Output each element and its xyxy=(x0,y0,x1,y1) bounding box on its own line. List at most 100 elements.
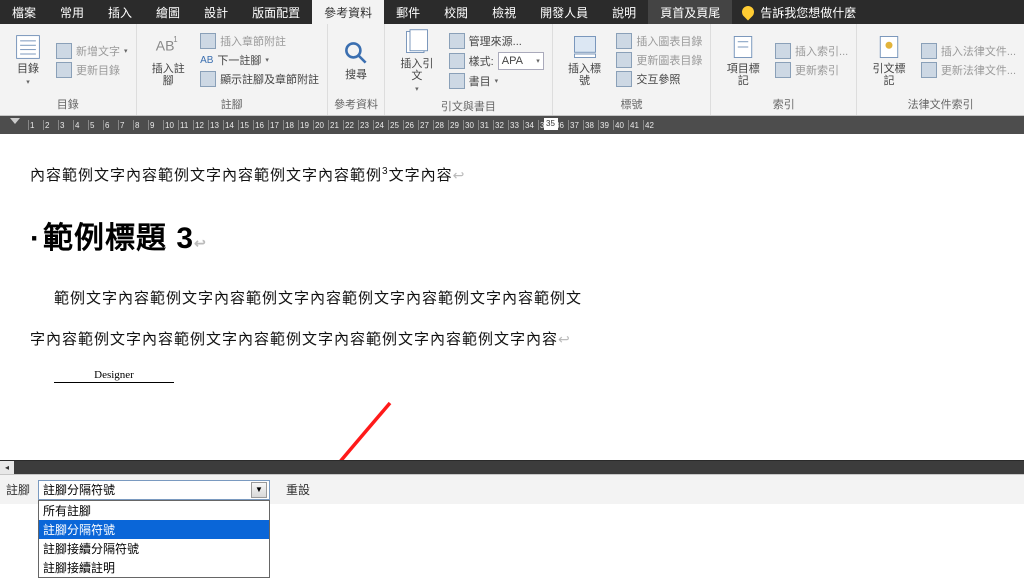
xref-button[interactable]: 交互參照 xyxy=(614,70,704,88)
ruler-tick: 26 xyxy=(403,120,418,130)
menu-tab-5[interactable]: 版面配置 xyxy=(240,0,312,24)
ruler[interactable]: 1234567891011121314151617181920212223242… xyxy=(0,116,1024,134)
ruler-ticks: 1234567891011121314151617181920212223242… xyxy=(28,118,1024,132)
update-toc-button[interactable]: 更新目錄 xyxy=(54,61,130,79)
update-toc-icon xyxy=(56,62,72,78)
menu-tab-0[interactable]: 檔案 xyxy=(0,0,48,24)
menu-tab-10[interactable]: 開發人員 xyxy=(528,0,600,24)
insert-auth-icon xyxy=(921,43,937,59)
heading[interactable]: 範例標題 3↩ xyxy=(30,213,994,257)
menu-tab-9[interactable]: 檢視 xyxy=(480,0,528,24)
dropdown-option[interactable]: 所有註腳 xyxy=(39,501,269,520)
insert-footnote-button[interactable]: AB1 插入註腳 xyxy=(143,26,195,94)
update-auth-button[interactable]: 更新法律文件... xyxy=(919,61,1018,79)
ruler-tick: 29 xyxy=(448,120,463,130)
ruler-tick: 40 xyxy=(613,120,628,130)
menubar: 檔案常用插入繪圖設計版面配置參考資料郵件校閱檢視開發人員說明頁首及頁尾告訴我您想… xyxy=(0,0,1024,24)
toc-button[interactable]: 目錄▾ xyxy=(6,26,50,94)
fig-toc-icon xyxy=(616,33,632,49)
fig-toc-button[interactable]: 插入圖表目錄 xyxy=(614,32,704,50)
ruler-tick: 13 xyxy=(208,120,223,130)
group-captions: 插入標號 插入圖表目錄 更新圖表目錄 交互參照 標號 xyxy=(553,24,712,115)
group-footnotes-label: 註腳 xyxy=(143,94,322,115)
ruler-tick: 1 xyxy=(28,120,43,130)
group-authorities-label: 法律文件索引 xyxy=(863,94,1018,115)
ruler-tick: 34 xyxy=(523,120,538,130)
add-text-button[interactable]: 新增文字▾ xyxy=(54,42,130,60)
ruler-tick: 39 xyxy=(598,120,613,130)
insert-endnote-button[interactable]: 插入章節附註 xyxy=(198,32,321,50)
reset-button[interactable]: 重設 xyxy=(278,479,318,500)
group-research-label: 參考資料 xyxy=(334,94,378,115)
group-index: 項目標記 插入索引... 更新索引 索引 xyxy=(711,24,857,115)
menu-tab-6[interactable]: 參考資料 xyxy=(312,0,384,24)
ruler-tick: 27 xyxy=(418,120,433,130)
ruler-tick: 5 xyxy=(88,120,103,130)
next-footnote-button[interactable]: AB下一註腳▾ xyxy=(198,51,321,69)
show-notes-button[interactable]: 顯示註腳及章節附註 xyxy=(198,70,321,88)
menu-tab-3[interactable]: 繪圖 xyxy=(144,0,192,24)
pilcrow-icon: ↩ xyxy=(453,167,466,183)
group-research: 搜尋 參考資料 xyxy=(328,24,385,115)
style-combo[interactable]: 樣式: APA▾ xyxy=(447,51,546,71)
insert-index-button[interactable]: 插入索引... xyxy=(773,42,850,60)
ruler-tick: 19 xyxy=(298,120,313,130)
menu-tab-11[interactable]: 說明 xyxy=(600,0,648,24)
update-auth-icon xyxy=(921,62,937,78)
insert-auth-button[interactable]: 插入法律文件... xyxy=(919,42,1018,60)
update-index-button[interactable]: 更新索引 xyxy=(773,61,850,79)
ruler-tick: 16 xyxy=(253,120,268,130)
ribbon: 目錄▾ 新增文字▾ 更新目錄 目錄 AB1 插入註腳 插入章節附註 AB下一註腳… xyxy=(0,24,1024,116)
style-select[interactable]: APA▾ xyxy=(498,52,544,70)
menu-tab-8[interactable]: 校閱 xyxy=(432,0,480,24)
insert-citation-button[interactable]: 插入引文▾ xyxy=(391,26,443,96)
menu-tab-7[interactable]: 郵件 xyxy=(384,0,432,24)
mark-citation-button[interactable]: 引文標記 xyxy=(863,26,915,94)
search-button[interactable]: 搜尋 xyxy=(334,26,378,94)
manage-sources-button[interactable]: 管理來源... xyxy=(447,32,546,50)
paragraph[interactable]: 範例文字內容範例文字內容範例文字內容範例文字內容範例文字內容範例文 xyxy=(54,287,994,308)
ruler-tick: 12 xyxy=(193,120,208,130)
ruler-tick: 15 xyxy=(238,120,253,130)
horizontal-scrollbar[interactable]: ◂ xyxy=(0,460,1024,474)
search-icon xyxy=(342,39,370,67)
tell-me-search[interactable]: 告訴我您想做什麼 xyxy=(732,0,866,24)
bibliography-button[interactable]: 書目▾ xyxy=(447,72,546,90)
dropdown-option[interactable]: 註腳分隔符號 xyxy=(39,520,269,539)
mark-entry-button[interactable]: 項目標記 xyxy=(717,26,769,94)
dropdown-list: 所有註腳註腳分隔符號註腳接續分隔符號註腳接續註明 xyxy=(38,500,270,578)
update-fig-button[interactable]: 更新圖表目錄 xyxy=(614,51,704,69)
group-footnotes: AB1 插入註腳 插入章節附註 AB下一註腳▾ 顯示註腳及章節附註 註腳 xyxy=(137,24,329,115)
ruler-tick: 33 xyxy=(508,120,523,130)
pilcrow-icon: ↩ xyxy=(558,331,571,347)
document-body[interactable]: 內容範例文字內容範例文字內容範例文字內容範例3文字內容↩ 範例標題 3↩ 範例文… xyxy=(0,134,1024,393)
scroll-left-button[interactable]: ◂ xyxy=(0,461,14,475)
manage-icon xyxy=(449,33,465,49)
menu-tab-12[interactable]: 頁首及頁尾 xyxy=(648,0,732,24)
paragraph[interactable]: 字內容範例文字內容範例文字內容範例文字內容範例文字內容範例文字內容↩ xyxy=(30,328,994,349)
insert-caption-button[interactable]: 插入標號 xyxy=(559,26,611,94)
mark-cit-icon xyxy=(875,33,903,61)
menu-tab-2[interactable]: 插入 xyxy=(96,0,144,24)
group-citations: 插入引文▾ 管理來源... 樣式: APA▾ 書目▾ 引文與書目 xyxy=(385,24,553,115)
chevron-down-icon[interactable]: ▼ xyxy=(251,482,267,498)
dropdown-option[interactable]: 註腳接續註明 xyxy=(39,558,269,577)
ruler-tick: 25 xyxy=(388,120,403,130)
style-icon xyxy=(449,53,465,69)
dropdown-field[interactable]: 註腳分隔符號 ▼ xyxy=(38,480,270,500)
group-toc: 目錄▾ 新增文字▾ 更新目錄 目錄 xyxy=(0,24,137,115)
pane-label: 註腳 xyxy=(6,481,30,498)
footnote-view-dropdown[interactable]: 註腳分隔符號 ▼ 所有註腳註腳分隔符號註腳接續分隔符號註腳接續註明 xyxy=(38,480,270,500)
ruler-tick: 3 xyxy=(58,120,73,130)
menu-tab-1[interactable]: 常用 xyxy=(48,0,96,24)
menu-tab-4[interactable]: 設計 xyxy=(192,0,240,24)
mark-icon xyxy=(729,33,757,61)
svg-text:1: 1 xyxy=(174,35,178,44)
paragraph[interactable]: 內容範例文字內容範例文字內容範例文字內容範例3文字內容↩ xyxy=(30,164,994,185)
ruler-tick: 8 xyxy=(133,120,148,130)
ruler-tick: 24 xyxy=(373,120,388,130)
designer-field[interactable]: Designer xyxy=(54,369,174,383)
group-index-label: 索引 xyxy=(717,94,850,115)
dropdown-option[interactable]: 註腳接續分隔符號 xyxy=(39,539,269,558)
indent-marker-icon[interactable] xyxy=(10,118,20,132)
